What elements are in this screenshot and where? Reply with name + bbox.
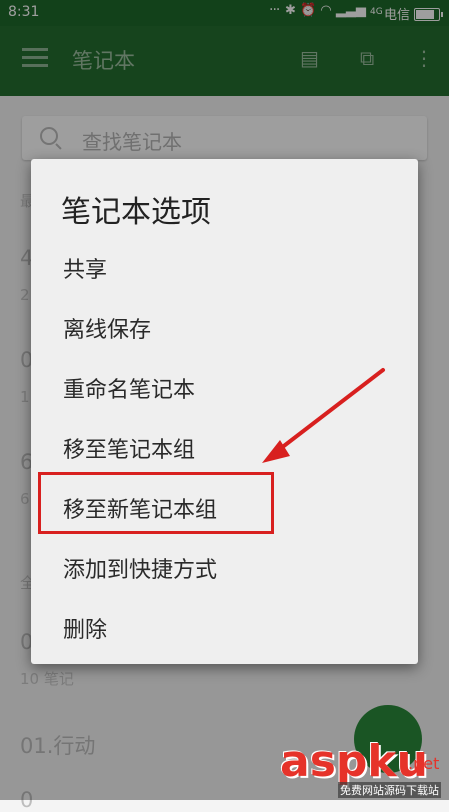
annotation-arrow-icon: [262, 368, 385, 463]
watermark-net: .net: [408, 754, 440, 773]
watermark-brand: aspku: [280, 736, 428, 787]
watermark-logo: aspku .net 免费网站源码下载站: [276, 736, 449, 800]
watermark-subtitle: 免费网站源码下载站: [338, 782, 441, 798]
